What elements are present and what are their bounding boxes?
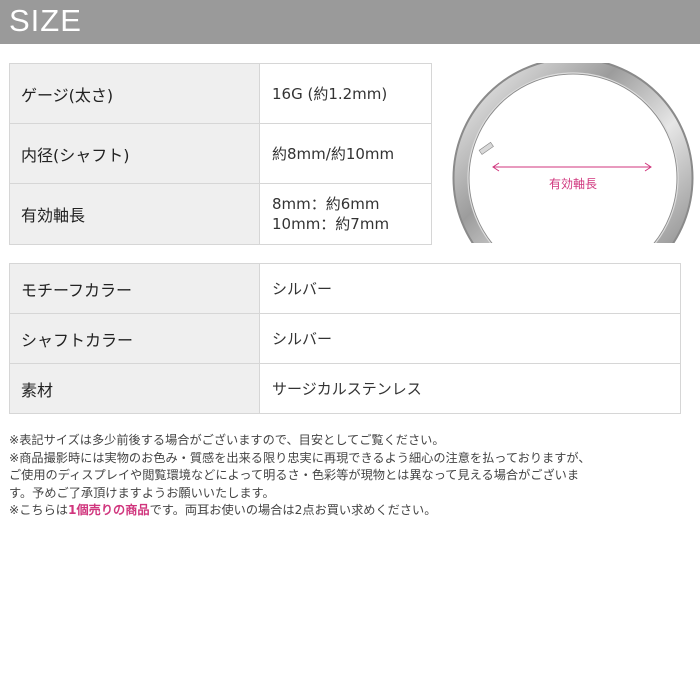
table-row: 素材 サージカルステンレス: [9, 363, 681, 414]
row-value-gauge: 16G (約1.2mm): [259, 63, 432, 124]
row-label-inner-diameter: 内径(シャフト): [9, 123, 260, 184]
ring-product-image: 有効軸長: [433, 63, 700, 243]
section-title: SIZE: [9, 3, 82, 38]
note-single-emphasis: 1個売りの商品: [67, 503, 150, 517]
note-color-line-2: ご使用のディスプレイや閲覧環境などによって明るさ・色彩等が現物とは異なって見える…: [9, 468, 580, 482]
row-value-effective-length: 8mm：約6mm 10mm：約7mm: [259, 183, 432, 245]
table-row: 有効軸長 8mm：約6mm 10mm：約7mm: [9, 183, 432, 245]
note-single-item-line: ※こちらは1個売りの商品です。両耳お使いの場合は2点お買い求めください。: [9, 502, 694, 520]
note-single-suffix: です。両耳お使いの場合は2点お買い求めください。: [149, 503, 437, 517]
ring-illustration: 有効軸長: [452, 63, 694, 243]
note-color-line-3: す。予めご了承頂けますようお願いいたします。: [9, 485, 275, 500]
effective-length-10mm: 10mm：約7mm: [272, 215, 390, 233]
table-row: 内径(シャフト) 約8mm/約10mm: [9, 123, 432, 184]
notes-block: ※表記サイズは多少前後する場合がございますので、目安としてご覧ください。 ※商品…: [9, 432, 694, 520]
ring-body: [454, 63, 692, 243]
table-row: モチーフカラー シルバー: [9, 263, 681, 314]
table-row: シャフトカラー シルバー: [9, 313, 681, 364]
row-label-shaft-color: シャフトカラー: [9, 313, 260, 364]
spec-table-size: ゲージ(太さ) 16G (約1.2mm) 内径(シャフト) 約8mm/約10mm…: [9, 63, 432, 245]
row-label-gauge: ゲージ(太さ): [9, 63, 260, 124]
row-value-shaft-color: シルバー: [259, 313, 681, 364]
table-row: ゲージ(太さ) 16G (約1.2mm): [9, 63, 432, 124]
note-color-line-1: ※商品撮影時には実物のお色み・質感を出来る限り忠実に再現できるよう細心の注意を払…: [9, 450, 591, 465]
spec-table-material: モチーフカラー シルバー シャフトカラー シルバー 素材 サージカルステンレス: [9, 263, 681, 414]
row-label-effective-length: 有効軸長: [9, 183, 260, 245]
row-value-motif-color: シルバー: [259, 263, 681, 314]
note-size-line: ※表記サイズは多少前後する場合がございますので、目安としてご覧ください。: [9, 433, 445, 447]
row-label-material: 素材: [9, 363, 260, 414]
row-label-motif-color: モチーフカラー: [9, 263, 260, 314]
section-header: SIZE: [0, 0, 700, 44]
row-value-material: サージカルステンレス: [259, 363, 681, 414]
ring-annotation: 有効軸長: [549, 176, 597, 191]
effective-length-8mm: 8mm：約6mm: [272, 195, 380, 213]
ring-joint: [478, 141, 494, 155]
note-single-prefix: ※こちらは: [9, 503, 68, 517]
row-value-inner-diameter: 約8mm/約10mm: [259, 123, 432, 184]
